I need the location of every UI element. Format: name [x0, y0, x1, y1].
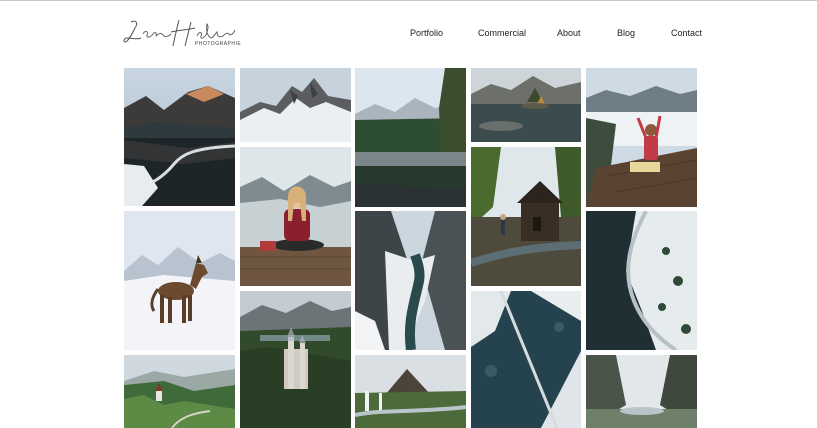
dog-snow-image — [124, 211, 235, 350]
woman-clouds-image — [586, 68, 697, 207]
photo-mountain-lake-reflection[interactable] — [124, 68, 235, 206]
woman-dock-image — [240, 147, 351, 286]
photo-waterfall-mountain[interactable] — [355, 355, 466, 428]
forest-lake-image — [355, 68, 466, 207]
photo-woman-above-clouds[interactable] — [586, 68, 697, 207]
photo-wooden-hut-stream[interactable] — [471, 147, 581, 286]
photo-snowy-valley-river[interactable] — [355, 211, 466, 350]
nav-portfolio[interactable]: Portfolio — [410, 28, 443, 38]
photo-aerial-winding-road[interactable] — [586, 211, 697, 350]
nav-blog[interactable]: Blog — [617, 28, 635, 38]
castle-image — [240, 291, 351, 428]
nav-commercial[interactable]: Commercial — [478, 28, 526, 38]
photo-aerial-frozen-lake[interactable] — [471, 291, 581, 428]
snowy-peak-image — [240, 68, 351, 142]
photo-dog-in-snow[interactable] — [124, 211, 235, 350]
nav-contact[interactable]: Contact — [671, 28, 702, 38]
top-border — [0, 0, 817, 1]
photo-snowy-mountain-peak[interactable] — [240, 68, 351, 142]
waterfall-image — [355, 355, 466, 428]
aerial-frozen-lake-image — [471, 291, 581, 428]
brand-tagline: PHOTOGRAPHIE — [195, 41, 242, 47]
snowy-valley-image — [355, 211, 466, 350]
photo-woman-on-dock[interactable] — [240, 147, 351, 286]
photo-castle-among-hills[interactable] — [240, 291, 351, 428]
photo-misty-valley-lake[interactable] — [586, 355, 697, 428]
brand-logo[interactable]: PHOTOGRAPHIE — [123, 16, 243, 52]
photo-forest-lake-mist[interactable] — [355, 68, 466, 207]
photo-alpine-lake-island[interactable] — [471, 68, 581, 142]
misty-valley-image — [586, 355, 697, 428]
aerial-road-image — [586, 211, 697, 350]
photo-green-meadow-church[interactable] — [124, 355, 235, 428]
mountain-lake-image — [124, 68, 235, 206]
meadow-church-image — [124, 355, 235, 428]
nav-about[interactable]: About — [557, 28, 581, 38]
alpine-island-image — [471, 68, 581, 142]
wooden-hut-image — [471, 147, 581, 286]
